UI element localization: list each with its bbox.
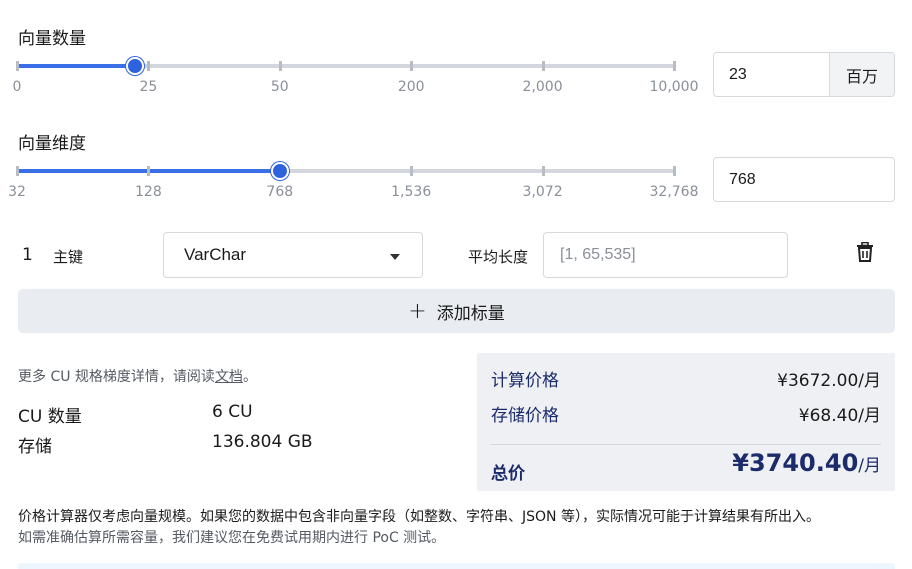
avg-length-input[interactable] [544, 233, 787, 277]
cu-count-value: 6 CU [212, 402, 253, 422]
cu-info-prefix: 更多 CU 规格梯度详情，请阅读 [18, 369, 215, 385]
notice-banner [18, 563, 895, 569]
field-type-value: VarChar [184, 245, 247, 264]
slider-tick-label: 2,000 [522, 79, 563, 95]
disclaimer-line-2: 如需准确估算所需容量，我们建议您在免费试用期内进行 PoC 测试。 [18, 530, 446, 546]
slider-tick-label: 0 [12, 79, 22, 95]
vector-dim-label: 向量维度 [18, 134, 86, 154]
total-price-per: /月 [858, 456, 881, 476]
cu-info-text: 更多 CU 规格梯度详情，请阅读文档。 [18, 366, 257, 386]
vector-count-slider[interactable]: 0 25 50 200 2,000 10,000 [13, 57, 699, 99]
slider-tick-label: 32 [8, 184, 26, 200]
slider-tick-label: 128 [135, 184, 162, 200]
slider-fill [17, 64, 136, 68]
slider-tick [541, 166, 545, 176]
slider-tick [278, 61, 282, 71]
compute-price-value: ¥3672.00/月 [777, 371, 881, 391]
total-price-label: 总价 [491, 464, 525, 484]
slider-tick-label: 25 [139, 79, 158, 95]
vector-count-label: 向量数量 [18, 29, 86, 49]
slider-tick [410, 61, 414, 71]
field-name: 主键 [53, 248, 84, 266]
total-price: ¥3740.40/月 [732, 449, 881, 477]
compute-price-label: 计算价格 [491, 371, 559, 391]
slider-thumb[interactable] [126, 57, 145, 75]
slider-tick [673, 166, 676, 176]
vector-count-input[interactable] [714, 53, 829, 96]
field-row: 1 主键 VarChar 平均长度 [0, 232, 912, 280]
disclaimer: 价格计算器仅考虑向量规模。如果您的数据中包含非向量字段（如整数、字符串、JSON… [18, 507, 898, 549]
slider-tick-label: 768 [266, 184, 294, 200]
slider-tick-label: 10,000 [649, 79, 699, 95]
plus-icon: + [408, 298, 427, 324]
storage-price-label: 存储价格 [491, 406, 559, 426]
add-scalar-label: 添加标量 [436, 303, 505, 324]
slider-tick-label: 200 [397, 79, 425, 95]
field-index: 1 [22, 245, 33, 265]
slider-tick-label: 1,536 [391, 184, 432, 200]
slider-tick [147, 61, 151, 71]
field-type-select[interactable]: VarChar [163, 232, 423, 278]
add-scalar-button[interactable]: + 添加标量 [18, 289, 895, 333]
slider-tick [541, 61, 545, 71]
storage-label: 存储 [18, 437, 52, 457]
storage-value: 136.804 GB [212, 432, 313, 452]
slider-tick [410, 166, 414, 176]
disclaimer-line-1: 价格计算器仅考虑向量规模。如果您的数据中包含非向量字段（如整数、字符串、JSON… [18, 509, 820, 525]
divider [491, 444, 881, 445]
slider-tick [147, 166, 151, 176]
vector-count-unit: 百万 [829, 53, 894, 96]
slider-tick-label: 50 [270, 79, 289, 95]
slider-tick [16, 61, 19, 71]
vector-dim-input-group [713, 157, 895, 202]
slider-tick [673, 61, 676, 71]
cu-count-label: CU 数量 [18, 407, 82, 427]
price-panel: 计算价格 ¥3672.00/月 存储价格 ¥68.40/月 总价 ¥3740.4… [477, 353, 895, 491]
vector-dim-input[interactable] [714, 158, 894, 201]
cu-info-suffix: 。 [242, 369, 257, 385]
total-price-value: ¥3740.40 [732, 449, 859, 477]
trash-icon[interactable] [856, 241, 874, 266]
slider-tick-label: 3,072 [522, 184, 563, 200]
slider-thumb[interactable] [270, 162, 289, 180]
slider-tick [16, 166, 19, 176]
vector-count-input-group: 百万 [713, 52, 895, 97]
avg-length-field[interactable] [543, 232, 788, 278]
vector-dim-slider[interactable]: 32 128 768 1,536 3,072 32,768 [8, 162, 699, 204]
docs-link[interactable]: 文档 [215, 369, 243, 385]
caret-down-icon [390, 254, 400, 260]
slider-tick-label: 32,768 [649, 184, 699, 200]
storage-price-value: ¥68.40/月 [798, 406, 881, 426]
avg-length-label: 平均长度 [468, 248, 529, 266]
